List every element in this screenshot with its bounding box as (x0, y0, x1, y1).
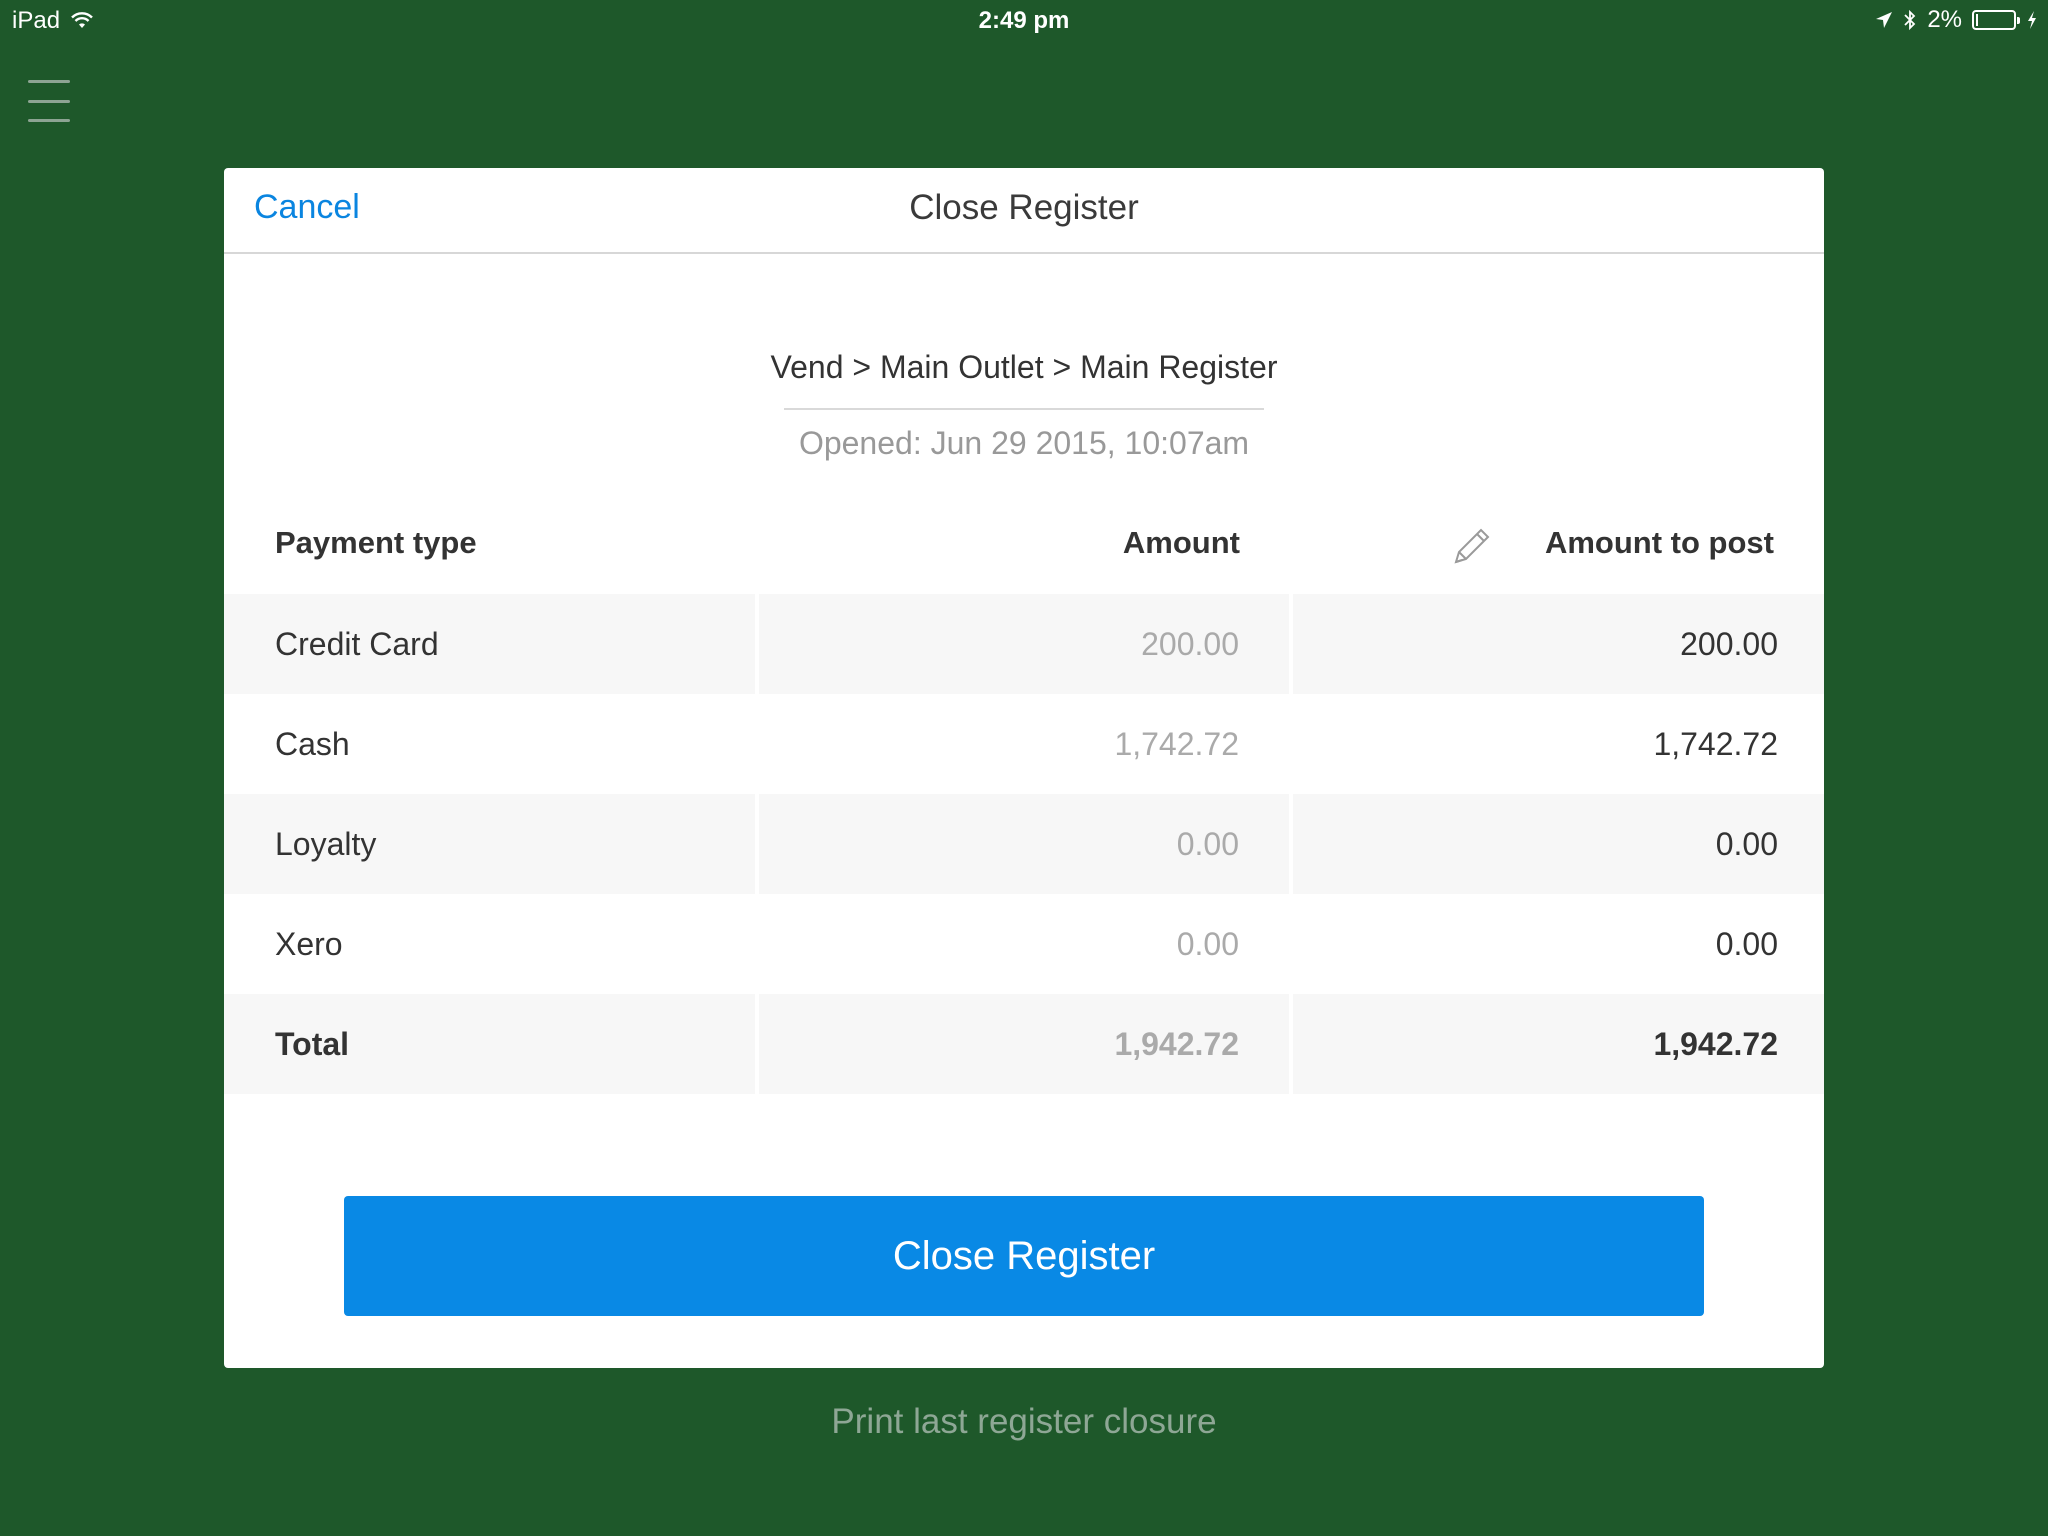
table-row: Xero 0.00 0.00 (224, 894, 1824, 994)
status-bar-right: 2% (1875, 6, 2038, 34)
column-header-amount-to-post: Amount to post (1544, 525, 1774, 560)
total-amount-to-post: 1,942.72 (1293, 994, 1824, 1094)
location-arrow-icon (1876, 12, 1893, 28)
battery-icon (1972, 10, 2020, 30)
modal-header: Cancel Close Register (224, 168, 1824, 254)
amount-cell: 1,742.72 (1114, 725, 1239, 762)
battery-percent: 2% (1927, 6, 1962, 33)
menu-icon[interactable] (28, 80, 70, 122)
amount-to-post-input[interactable]: 1,742.72 (1293, 694, 1824, 794)
total-row: Total 1,942.72 1,942.72 (224, 994, 1824, 1094)
column-header-amount: Amount (1122, 525, 1240, 560)
status-bar: iPad 2:49 pm 2% (0, 0, 2048, 40)
menu-line (28, 99, 70, 103)
pencil-icon[interactable] (1450, 524, 1494, 568)
battery-fill (1976, 14, 1978, 26)
payment-type-cell: Loyalty (224, 794, 755, 894)
menu-line (28, 80, 70, 83)
bluetooth-icon (1904, 9, 1916, 31)
payment-type-cell: Cash (275, 725, 350, 762)
amount-cell: 0.00 (1176, 925, 1239, 962)
payment-type-cell: Xero (275, 925, 343, 962)
menu-line (28, 119, 70, 122)
total-amount: 1,942.72 (759, 994, 1289, 1094)
payment-type-cell: Credit Card (224, 594, 755, 694)
print-last-closure-link[interactable]: Print last register closure (0, 1402, 2048, 1442)
table-row: Cash 1,742.72 1,742.72 (224, 694, 1824, 794)
charging-bolt-icon (2028, 11, 2036, 29)
amount-cell: 200.00 (759, 594, 1289, 694)
table-row: Credit Card 200.00 200.00 (224, 594, 1824, 694)
close-register-modal: Cancel Close Register Vend > Main Outlet… (224, 168, 1824, 1368)
status-time: 2:49 pm (978, 7, 1070, 34)
total-label: Total (224, 994, 755, 1094)
amount-to-post-input[interactable]: 0.00 (1293, 894, 1824, 994)
table-header: Payment type Amount Amount to post (224, 488, 1824, 594)
modal-title: Close Register (909, 188, 1139, 227)
breadcrumb: Vend > Main Outlet > Main Register (770, 349, 1278, 385)
payments-table: Payment type Amount Amount to post Credi… (224, 488, 1824, 1094)
divider (784, 408, 1264, 410)
close-register-button[interactable]: Close Register (344, 1196, 1704, 1316)
amount-to-post-input[interactable]: 200.00 (1293, 594, 1824, 694)
opened-timestamp: Opened: Jun 29 2015, 10:07am (798, 425, 1250, 461)
amount-cell: 0.00 (759, 794, 1289, 894)
column-header-payment-type: Payment type (275, 525, 477, 560)
table-row: Loyalty 0.00 0.00 (224, 794, 1824, 894)
amount-to-post-input[interactable]: 0.00 (1293, 794, 1824, 894)
